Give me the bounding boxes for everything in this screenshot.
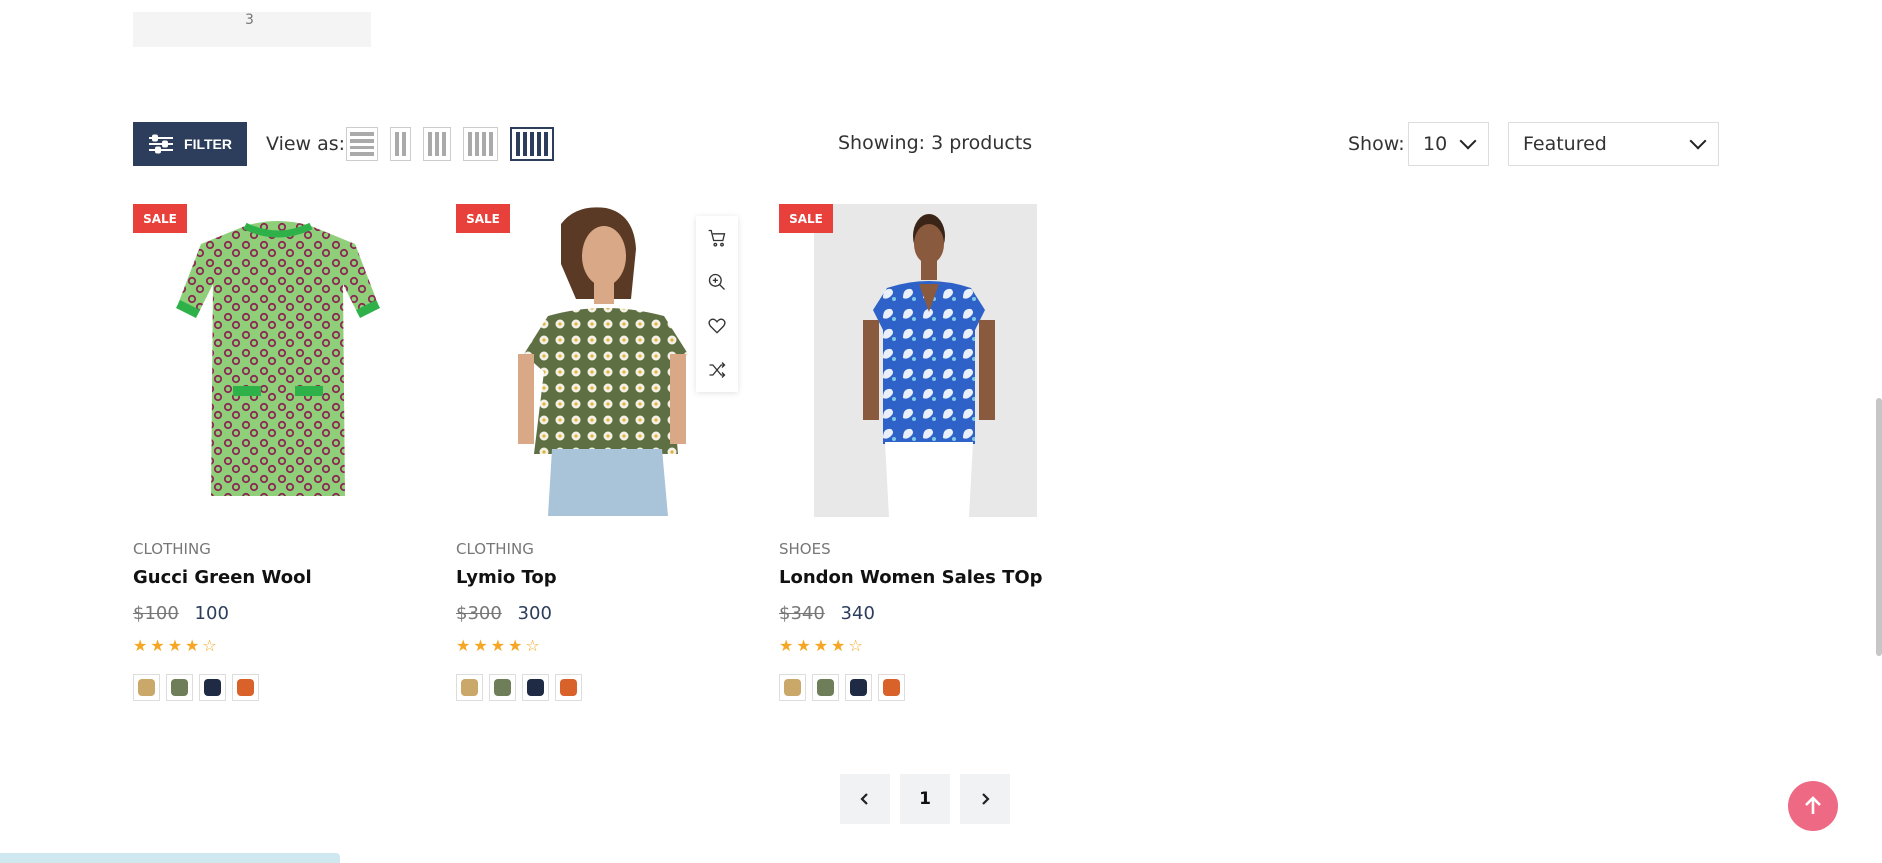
product-price: $300 300 (456, 603, 552, 624)
pagination: 1 (840, 774, 1010, 824)
original-price: $300 (456, 603, 502, 624)
sort-select[interactable]: Featured (1508, 122, 1719, 166)
sale-price: 300 (517, 603, 552, 624)
color-swatches (133, 674, 259, 701)
rating-stars-icon: ★★★★☆ (133, 636, 220, 655)
show-label: Show: (1348, 133, 1405, 155)
color-swatch[interactable] (199, 674, 226, 701)
product-title[interactable]: Lymio Top (456, 567, 557, 588)
product-price: $100 100 (133, 603, 229, 624)
product-image[interactable]: SALE (456, 204, 746, 517)
back-to-top-button[interactable] (1788, 781, 1838, 831)
color-swatch[interactable] (779, 674, 806, 701)
sale-badge: SALE (779, 204, 833, 233)
heart-icon (708, 318, 726, 334)
section-number: 3 (245, 12, 254, 28)
filter-sliders-icon (149, 134, 174, 154)
color-swatch[interactable] (133, 674, 160, 701)
product-title[interactable]: Gucci Green Wool (133, 567, 312, 588)
sale-badge: SALE (456, 204, 510, 233)
per-page-select[interactable]: 10 (1408, 122, 1489, 166)
product-card[interactable]: SALE CLOTHING Gucci Green Wool $100 100 … (133, 204, 423, 701)
product-category[interactable]: SHOES (779, 540, 831, 558)
quick-view-button[interactable] (696, 260, 738, 304)
view-as-label: View as: (266, 133, 346, 155)
chevron-left-icon (860, 793, 868, 805)
color-swatch[interactable] (812, 674, 839, 701)
sale-price: 100 (194, 603, 229, 624)
chevron-down-icon (1459, 132, 1477, 150)
color-swatch[interactable] (878, 674, 905, 701)
previous-section-box: 3 (133, 12, 371, 47)
page-number-button[interactable]: 1 (900, 774, 950, 824)
sale-badge: SALE (133, 204, 187, 233)
filter-label: FILTER (184, 136, 232, 152)
product-actions (696, 216, 738, 392)
product-image[interactable]: SALE (779, 204, 1069, 517)
compare-button[interactable] (696, 348, 738, 392)
color-swatch[interactable] (845, 674, 872, 701)
showing-count: Showing: 3 products (838, 132, 1033, 154)
view-mode-switcher (346, 127, 554, 161)
sale-price: 340 (840, 603, 875, 624)
shuffle-icon (709, 362, 726, 378)
grid-3-view-icon[interactable] (423, 127, 451, 161)
product-card[interactable]: SALE CLOTHING Lymio Top $300 300 ★★★★☆ (456, 204, 746, 701)
product-price: $340 340 (779, 603, 875, 624)
color-swatch[interactable] (522, 674, 549, 701)
product-title[interactable]: London Women Sales TOp (779, 567, 1043, 588)
rating-stars-icon: ★★★★☆ (779, 636, 866, 655)
list-view-icon[interactable] (346, 127, 378, 161)
color-swatch[interactable] (232, 674, 259, 701)
color-swatches (779, 674, 905, 701)
sort-value: Featured (1523, 133, 1607, 155)
product-card[interactable]: SALE SHOES London Women Sales TOp $340 3… (779, 204, 1069, 701)
product-category[interactable]: CLOTHING (133, 540, 211, 558)
original-price: $340 (779, 603, 825, 624)
grid-5-view-icon[interactable] (510, 127, 554, 161)
arrow-up-icon (1805, 796, 1821, 814)
color-swatch[interactable] (489, 674, 516, 701)
cart-icon (708, 229, 726, 247)
browser-status-bar (0, 853, 340, 863)
prev-page-button[interactable] (840, 774, 890, 824)
product-category[interactable]: CLOTHING (456, 540, 534, 558)
product-image[interactable]: SALE (133, 204, 423, 517)
original-price: $100 (133, 603, 179, 624)
color-swatches (456, 674, 582, 701)
color-swatch[interactable] (166, 674, 193, 701)
grid-4-view-icon[interactable] (463, 127, 498, 161)
shop-toolbar: FILTER View as: Showing: 3 products Show… (133, 122, 1721, 167)
color-swatch[interactable] (555, 674, 582, 701)
add-to-cart-button[interactable] (696, 216, 738, 260)
grid-2-view-icon[interactable] (390, 127, 411, 161)
green-wool-dress-image (175, 221, 381, 496)
page-scrollbar[interactable] (1874, 0, 1882, 863)
filter-button[interactable]: FILTER (133, 122, 247, 166)
next-page-button[interactable] (960, 774, 1010, 824)
per-page-value: 10 (1423, 133, 1448, 155)
chevron-down-icon (1689, 132, 1707, 150)
color-swatch[interactable] (456, 674, 483, 701)
zoom-in-icon (708, 273, 725, 290)
blue-paisley-top-model-image (814, 204, 1037, 517)
chevron-right-icon (982, 793, 990, 805)
wishlist-button[interactable] (696, 304, 738, 348)
scrollbar-thumb[interactable] (1876, 398, 1882, 656)
rating-stars-icon: ★★★★☆ (456, 636, 543, 655)
